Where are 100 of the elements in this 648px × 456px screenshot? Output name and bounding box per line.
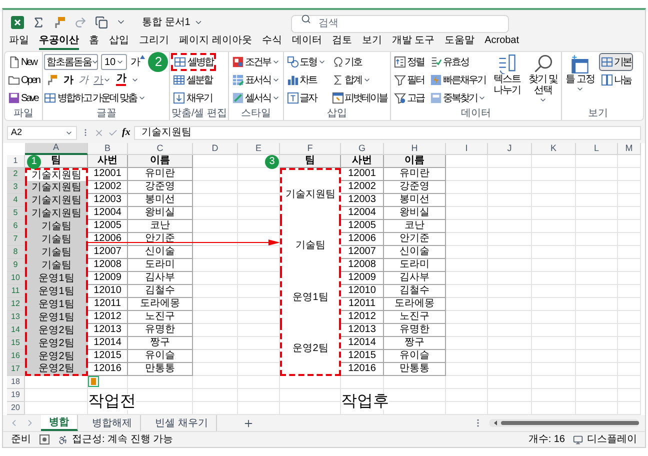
cancel-icon[interactable] <box>94 128 104 138</box>
column-header[interactable]: B <box>88 143 128 155</box>
ribbon-button[interactable]: 기본 <box>599 53 634 71</box>
sheet-tab[interactable]: 병합 <box>41 415 78 431</box>
paste-options-icon[interactable] <box>88 376 99 387</box>
row-header[interactable]: 16 <box>7 350 25 363</box>
empty-cell <box>488 272 532 285</box>
column-header[interactable]: L <box>576 143 618 155</box>
row-header[interactable]: 9 <box>7 259 25 272</box>
row-header[interactable]: 6 <box>7 220 25 233</box>
sigma-icon[interactable] <box>32 16 45 28</box>
row-header[interactable]: 14 <box>7 324 25 337</box>
accessibility-status[interactable]: 접근성: 계속 진행 가능 <box>72 432 174 447</box>
ribbon-button[interactable]: 빠른채우기 <box>428 71 488 89</box>
menu-tab[interactable]: 검토 <box>332 34 352 50</box>
ribbon-button[interactable]: 셀서식 <box>230 89 282 107</box>
column-header[interactable]: K <box>532 143 576 155</box>
ribbon-button[interactable]: 피벗테이블 <box>330 89 390 107</box>
ribbon-button[interactable]: 유효성 <box>428 53 488 71</box>
row-header[interactable]: 5 <box>7 207 25 220</box>
menu-tab[interactable]: 홈 <box>89 34 99 50</box>
ribbon-big-button[interactable]: 텍스트 나누기 <box>490 53 524 108</box>
ribbon-button[interactable]: 도형 <box>284 53 328 71</box>
ribbon-button[interactable]: 차트 <box>284 71 328 89</box>
ribbon-big-button[interactable]: 찾기 및 선택 <box>526 53 560 108</box>
ribbon-button[interactable]: 셀분할 <box>171 71 216 89</box>
ribbon-button[interactable]: 채우기 <box>171 89 216 107</box>
bold-button[interactable]: 가 <box>63 72 74 88</box>
ribbon-button[interactable]: 나눔 <box>599 71 634 89</box>
menu-tab[interactable]: 개발 도구 <box>392 34 435 50</box>
column-header[interactable]: F <box>280 143 341 155</box>
row-header[interactable]: 19 <box>7 389 25 402</box>
menu-tab[interactable]: 수식 <box>262 34 282 50</box>
row-header[interactable]: 2 <box>7 168 25 181</box>
menu-tab[interactable]: 삽입 <box>109 34 129 50</box>
ribbon-button[interactable]: Open <box>6 71 42 89</box>
row-header[interactable]: 17 <box>7 363 25 376</box>
row-header[interactable]: 11 <box>7 285 25 298</box>
row-header[interactable]: 12 <box>7 298 25 311</box>
document-title[interactable]: 통합 문서1 <box>142 14 204 30</box>
merge-center-button[interactable]: 병합하고 가운데 맞춤 <box>44 89 168 107</box>
copy-icon[interactable] <box>95 16 108 28</box>
row-header[interactable]: 10 <box>7 272 25 285</box>
display-settings-icon[interactable] <box>573 434 583 444</box>
column-header[interactable]: I <box>446 143 488 155</box>
insert-function-button[interactable]: fx <box>122 125 130 140</box>
menu-tab[interactable]: 데이터 <box>292 34 322 50</box>
menu-tab[interactable]: 파일 <box>9 34 29 50</box>
ribbon-button[interactable]: 합계 <box>330 71 390 89</box>
horizontal-scrollbar[interactable] <box>489 419 639 427</box>
column-header[interactable]: A <box>25 143 88 155</box>
row-header[interactable]: 18 <box>7 376 25 389</box>
ribbon-button[interactable]: 표서식 <box>230 71 282 89</box>
column-header[interactable]: D <box>193 143 238 155</box>
row-header[interactable]: 15 <box>7 337 25 350</box>
ribbon-button[interactable]: 중복찾기 <box>428 89 488 107</box>
ribbon-button[interactable]: 정렬 <box>392 53 426 71</box>
menu-tab[interactable]: 도움말 <box>444 34 475 50</box>
formula-field[interactable]: 기술지원팀 <box>134 126 641 140</box>
row-header[interactable]: 1 <box>7 155 25 168</box>
row-header[interactable]: 20 <box>7 402 25 415</box>
name-box[interactable]: A2 <box>7 126 77 140</box>
search-field[interactable]: 검색 <box>291 14 510 32</box>
row-header[interactable]: 7 <box>7 233 25 246</box>
column-header[interactable]: C <box>128 143 193 155</box>
ribbon-button[interactable]: 조건부 <box>230 53 282 71</box>
ribbon-button[interactable]: 고급 <box>392 89 426 107</box>
italic-button[interactable]: 가 <box>78 72 88 88</box>
menu-tab[interactable]: 페이지 레이아웃 <box>179 34 252 50</box>
grow-font-button[interactable]: 가 <box>130 54 146 70</box>
menu-tab[interactable]: 그리기 <box>139 34 169 50</box>
add-sheet-icon[interactable] <box>242 418 254 428</box>
row-header[interactable]: 4 <box>7 194 25 207</box>
menu-tab[interactable]: 보기 <box>362 34 382 50</box>
ribbon-button[interactable]: 셀병합 <box>171 53 216 71</box>
ribbon-big-button[interactable]: 틀 고정 <box>563 53 598 108</box>
spreadsheet-app-icon[interactable] <box>11 16 24 28</box>
macro-record-icon[interactable] <box>39 434 50 445</box>
column-header[interactable]: M <box>618 143 641 155</box>
enter-icon[interactable] <box>108 128 118 138</box>
column-header[interactable]: H <box>384 143 446 155</box>
font-size-field[interactable]: 10 <box>101 54 128 70</box>
ribbon-button[interactable]: 글자 <box>284 89 328 107</box>
ribbon-button[interactable]: 기호 <box>330 53 390 71</box>
menu-tab[interactable]: Acrobat <box>484 34 520 50</box>
ribbon-button[interactable]: Save <box>6 89 42 107</box>
ribbon-button[interactable]: New <box>6 53 42 71</box>
column-header[interactable]: G <box>341 143 384 155</box>
font-name-field[interactable]: 함초롬돋움 <box>44 54 98 70</box>
column-header[interactable]: J <box>488 143 532 155</box>
underline-button[interactable]: 가 <box>93 72 112 88</box>
row-header[interactable]: 13 <box>7 311 25 324</box>
font-color-button[interactable]: 가 <box>116 74 126 86</box>
column-header[interactable]: E <box>238 143 280 155</box>
redo-icon[interactable] <box>74 16 87 28</box>
display-settings-text[interactable]: 디스플레이 <box>587 432 637 447</box>
format-painter-icon[interactable] <box>53 16 66 28</box>
ribbon-button[interactable]: 필터 <box>392 71 426 89</box>
row-header[interactable]: 3 <box>7 181 25 194</box>
row-header[interactable]: 8 <box>7 246 25 259</box>
